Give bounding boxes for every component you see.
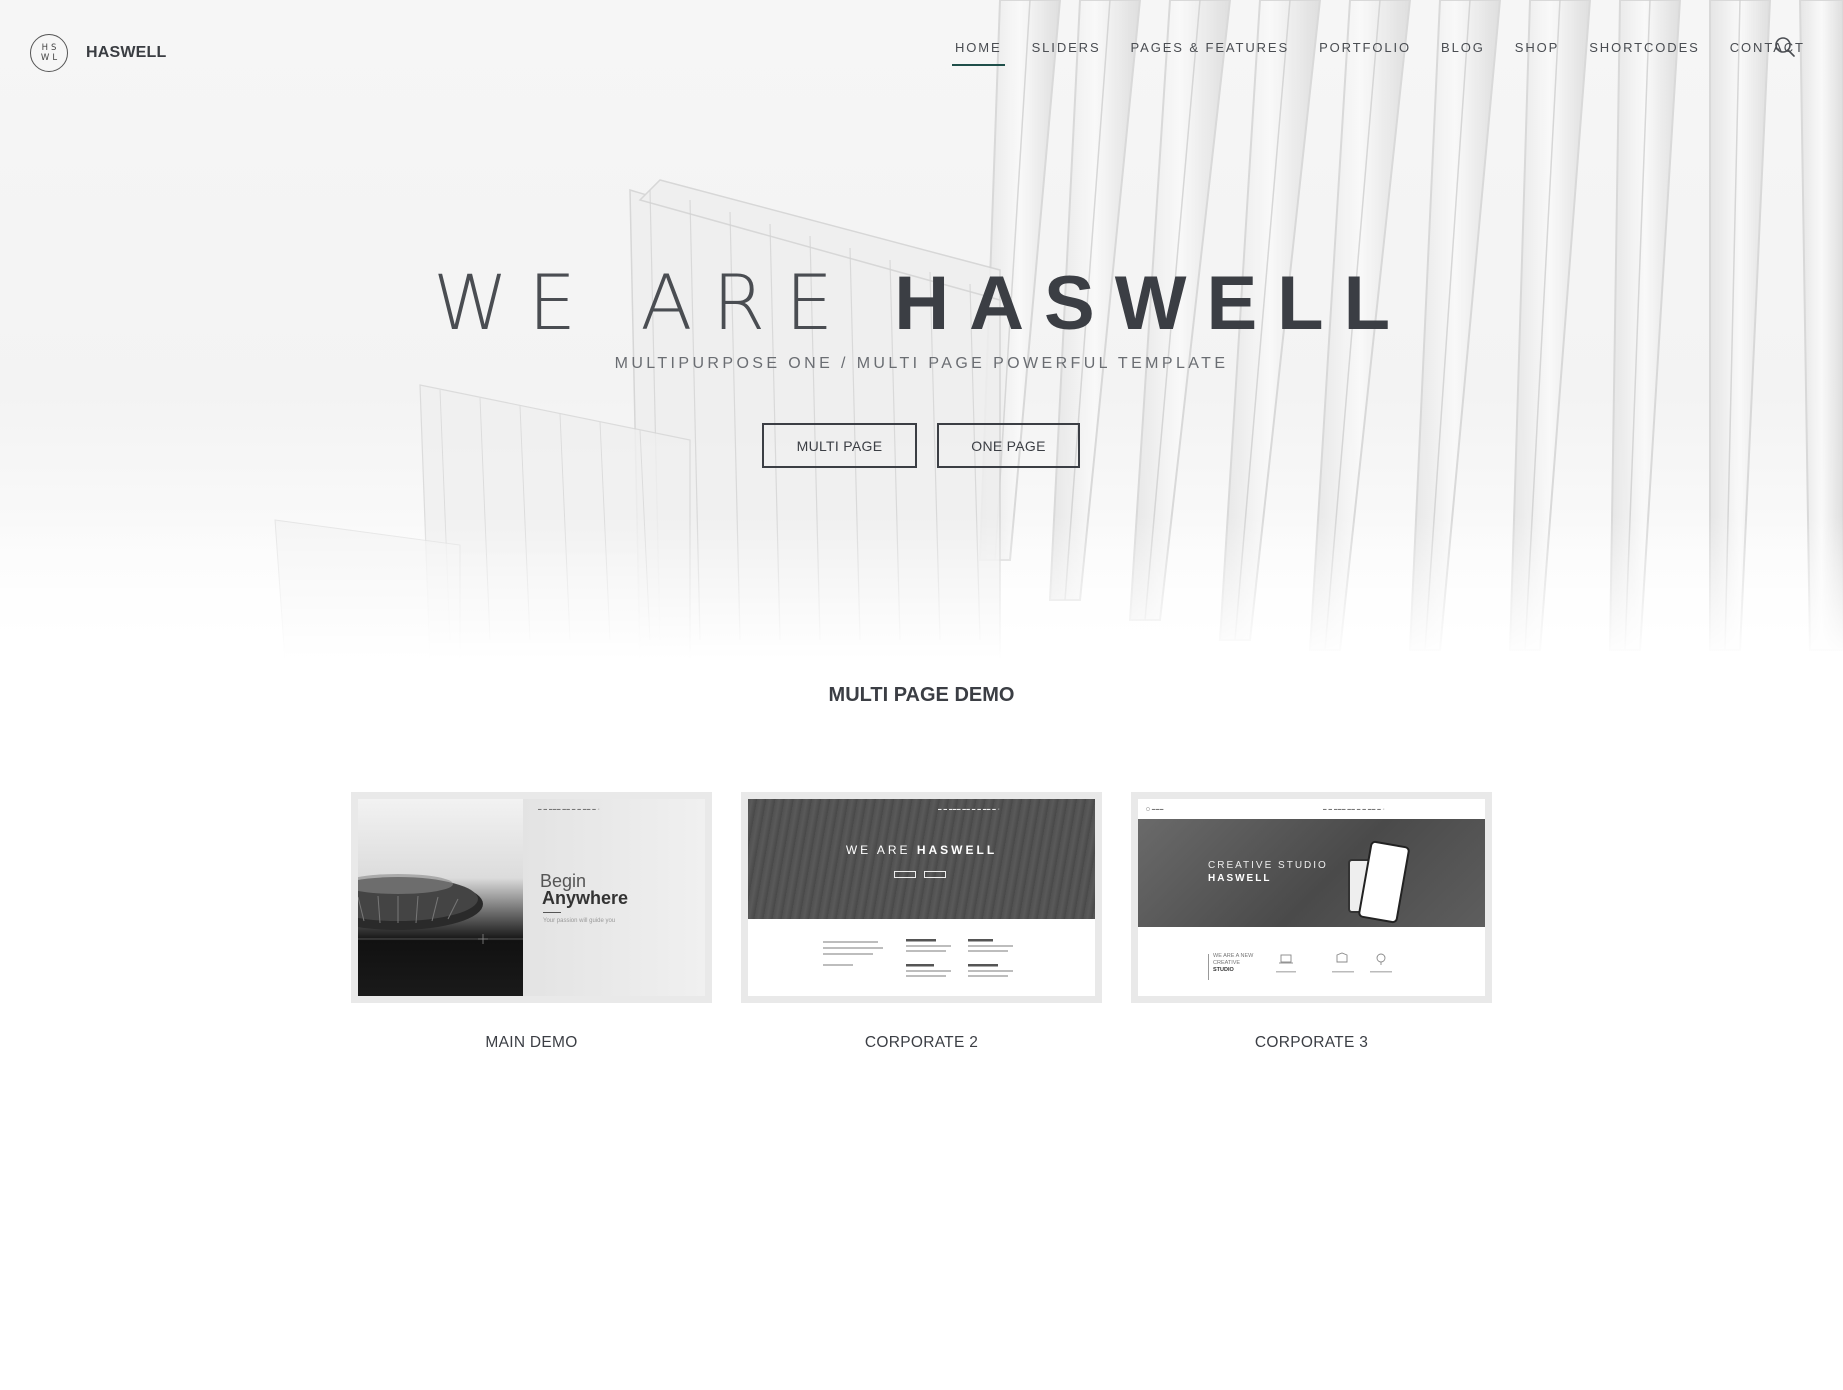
- thumb-mini-nav: ▬ ▬ ▬▬▬ ▬▬ ▬ ▬ ▬▬ ▬ ⌕: [938, 807, 1001, 811]
- demo-card-corporate-3[interactable]: ◯ ▬▬▬ ▬ ▬ ▬▬▬ ▬▬ ▬ ▬ ▬▬ ▬ ⌕ CREATIVE STU…: [1131, 792, 1492, 1052]
- thumb-mini-nav: ▬ ▬ ▬▬▬ ▬▬ ▬ ▬ ▬▬ ▬ ⌕: [538, 807, 601, 811]
- nav-item-home[interactable]: HOME: [952, 40, 1005, 66]
- thumb-button-2: [924, 871, 946, 878]
- thumb-hero-title-bold: HASWELL: [1208, 873, 1272, 884]
- thumb-caption: Your passion will guide you: [543, 918, 616, 924]
- hero-subtitle: MULTIPURPOSE ONE / MULTI PAGE POWERFUL T…: [614, 355, 1229, 372]
- demo-card-main[interactable]: ▬ ▬ ▬▬▬ ▬▬ ▬ ▬ ▬▬ ▬ ⌕ Begin Anywhere You…: [351, 792, 712, 1052]
- thumb-hero-title: WE ARE HASWELL: [748, 843, 1095, 857]
- thumb-divider: [543, 912, 561, 913]
- thumb-content-lines: [823, 939, 1013, 977]
- logo[interactable]: HS WL HASWELL: [30, 34, 167, 72]
- nav-item-sliders[interactable]: SLIDERS: [1032, 40, 1101, 66]
- thumb-hero-image: [1138, 819, 1485, 927]
- site-header: HS WL HASWELL HOME SLIDERS PAGES & FEATU…: [0, 0, 1843, 100]
- nav-item-pages-features[interactable]: PAGES & FEATURES: [1131, 40, 1290, 66]
- demo-thumbnail[interactable]: ▬ ▬ ▬▬▬ ▬▬ ▬ ▬ ▬▬ ▬ ⌕ WE ARE HASWELL: [748, 799, 1095, 996]
- one-page-button[interactable]: ONE PAGE: [937, 423, 1080, 468]
- demo-thumbnail[interactable]: ◯ ▬▬▬ ▬ ▬ ▬▬▬ ▬▬ ▬ ▬ ▬▬ ▬ ⌕ CREATIVE STU…: [1138, 799, 1485, 996]
- multi-page-button[interactable]: MULTI PAGE: [762, 423, 917, 468]
- demo-thumbnail[interactable]: ▬ ▬ ▬▬▬ ▬▬ ▬ ▬ ▬▬ ▬ ⌕ Begin Anywhere You…: [358, 799, 705, 996]
- demo-card-label[interactable]: CORPORATE 2: [741, 1034, 1102, 1052]
- search-icon[interactable]: [1774, 36, 1796, 58]
- logo-mark-text: HS WL: [40, 43, 61, 63]
- demo-card-label[interactable]: CORPORATE 3: [1131, 1034, 1492, 1052]
- nav-item-portfolio[interactable]: PORTFOLIO: [1319, 40, 1411, 66]
- main-nav: HOME SLIDERS PAGES & FEATURES PORTFOLIO …: [952, 40, 1835, 66]
- thumb-hero-title-light: WE ARE: [845, 843, 911, 857]
- logo-mark: HS WL: [30, 34, 68, 72]
- thumb-mini-logo: ◯ ▬▬▬: [1146, 807, 1164, 811]
- nav-item-blog[interactable]: BLOG: [1441, 40, 1485, 66]
- thumb-speaker-graphic: [358, 874, 523, 944]
- hero-title: WE ARE HASWELL: [0, 258, 1843, 347]
- hero-title-light: WE ARE: [433, 258, 854, 347]
- thumb-speaker-image: [358, 799, 523, 996]
- demo-card-corporate-2[interactable]: ▬ ▬ ▬▬▬ ▬▬ ▬ ▬ ▬▬ ▬ ⌕ WE ARE HASWELL COR…: [741, 792, 1102, 1052]
- demo-thumbnail-frame: ◯ ▬▬▬ ▬ ▬ ▬▬▬ ▬▬ ▬ ▬ ▬▬ ▬ ⌕ CREATIVE STU…: [1131, 792, 1492, 1003]
- demo-thumbnail-frame: ▬ ▬ ▬▬▬ ▬▬ ▬ ▬ ▬▬ ▬ ⌕ WE ARE HASWELL: [741, 792, 1102, 1003]
- demo-thumbnail-frame: ▬ ▬ ▬▬▬ ▬▬ ▬ ▬ ▬▬ ▬ ⌕ Begin Anywhere You…: [351, 792, 712, 1003]
- thumb-hero-title-bold: HASWELL: [916, 843, 998, 857]
- thumb-hero-title: CREATIVE STUDIO: [1208, 860, 1328, 871]
- thumb-button-1: [894, 871, 916, 878]
- thumb-heading-anywhere: Anywhere: [542, 888, 629, 908]
- hero-title-bold: HASWELL: [894, 261, 1410, 346]
- thumb-mini-nav: ▬ ▬ ▬▬▬ ▬▬ ▬ ▬ ▬▬ ▬ ⌕: [1323, 807, 1386, 811]
- nav-item-shop[interactable]: SHOP: [1515, 40, 1559, 66]
- section-title: MULTI PAGE DEMO: [828, 684, 1015, 706]
- thumb-overlay: [748, 799, 1095, 919]
- nav-item-shortcodes[interactable]: SHORTCODES: [1589, 40, 1700, 66]
- demo-card-label[interactable]: MAIN DEMO: [351, 1034, 712, 1052]
- logo-text: HASWELL: [86, 44, 167, 61]
- thumb-feature-icons: [1276, 952, 1392, 973]
